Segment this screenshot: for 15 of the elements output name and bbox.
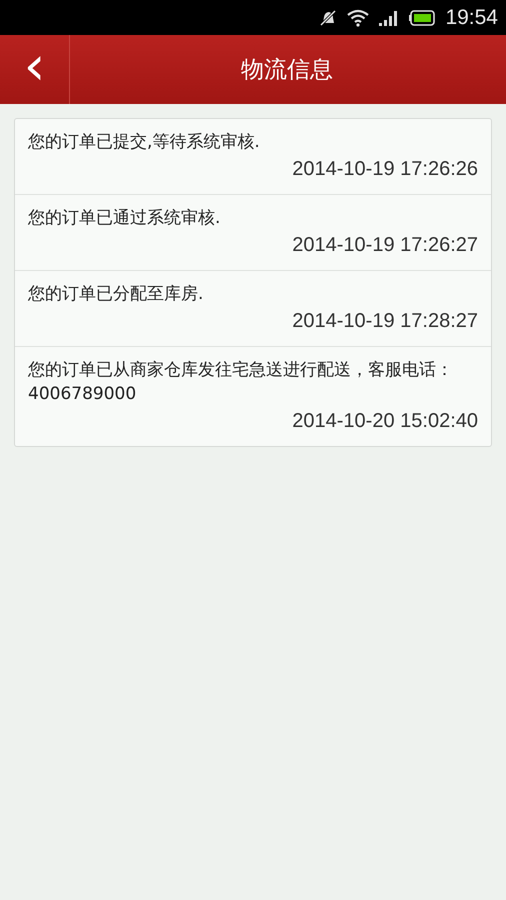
logistics-message: 您的订单已提交,等待系统审核. (28, 131, 261, 154)
logistics-time: 2014-10-20 15:02:40 (292, 409, 478, 434)
status-time: 19:54 (445, 6, 498, 30)
battery-icon (409, 10, 436, 26)
logistics-message: 您的订单已通过系统审核. (28, 207, 222, 230)
logistics-time: 2014-10-19 17:26:26 (292, 157, 478, 182)
wifi-icon (347, 8, 370, 26)
page-title: 物流信息 (241, 56, 333, 85)
logistics-message: 您的订单已从商家仓库发往宅急送进行配送，客服电话：4006789000 (28, 359, 454, 406)
muted-bell-icon (319, 8, 338, 26)
back-button[interactable]: ‹ (0, 35, 70, 104)
logistics-time: 2014-10-19 17:26:27 (292, 233, 478, 258)
logistics-time: 2014-10-19 17:28:27 (292, 309, 478, 334)
logistics-message: 您的订单已分配至库房. (28, 283, 204, 306)
signal-icon (379, 10, 400, 26)
